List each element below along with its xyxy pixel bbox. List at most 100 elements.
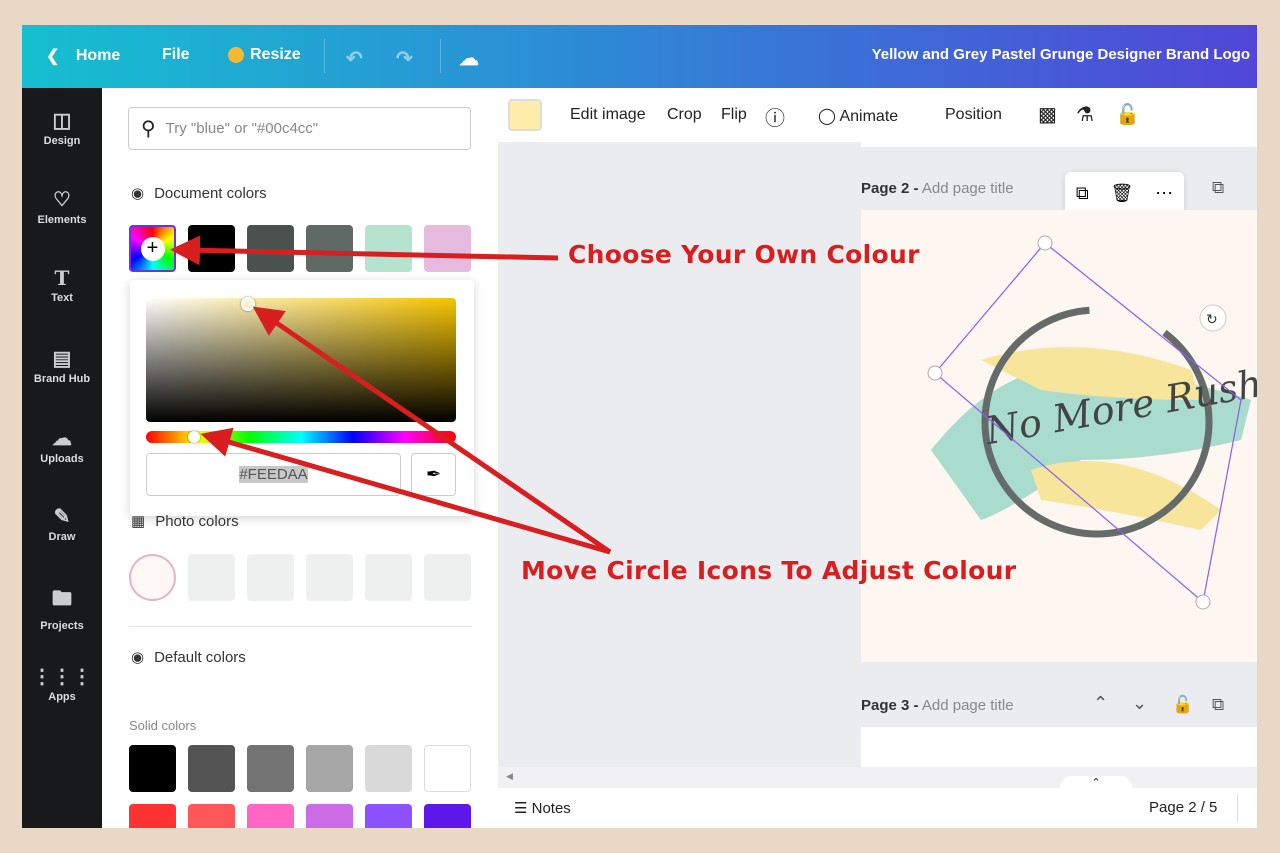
default-colors-heading: ◉ Default colors <box>131 648 246 667</box>
label: Design <box>43 135 81 147</box>
photo-colors-heading: ▦ Photo colors <box>131 512 239 531</box>
trash-icon[interactable]: 🗑 <box>1110 183 1133 204</box>
divider <box>1237 794 1238 822</box>
undo-icon[interactable]: ↶ <box>346 46 363 71</box>
expand-pages-button[interactable]: ⌃ <box>1060 776 1132 790</box>
paint-roller-icon[interactable]: ⚗ <box>1076 102 1094 127</box>
document-color-swatch[interactable] <box>188 225 235 272</box>
flip-button[interactable]: Flip <box>721 106 747 124</box>
default-color-swatch[interactable] <box>129 745 176 792</box>
duplicate-page-icon[interactable]: ⧉ <box>1076 183 1089 204</box>
section-title: Photo colors <box>155 512 239 530</box>
default-color-swatch[interactable] <box>306 745 353 792</box>
search-placeholder: Try "blue" or "#00c4cc" <box>165 120 319 137</box>
draw-icon: ✎ <box>53 506 71 528</box>
document-color-swatch[interactable] <box>424 225 471 272</box>
sidebar-item-projects[interactable]: 🖿 Projects <box>22 584 102 632</box>
page-label: Page 3 - <box>861 697 919 714</box>
resize-button[interactable]: Resize <box>228 46 301 64</box>
default-color-swatch[interactable] <box>188 804 235 828</box>
page3-title[interactable]: Page 3 - Add page title <box>861 697 1014 714</box>
redo-icon[interactable]: ↷ <box>396 46 413 71</box>
design-page: No More Rush ↻ <box>861 210 1257 662</box>
page-indicator[interactable]: Page 2 / 5 <box>1149 799 1217 816</box>
default-color-swatch[interactable] <box>188 745 235 792</box>
document-title[interactable]: Yellow and Grey Pastel Grunge Designer B… <box>872 46 1250 63</box>
section-title: Default colors <box>154 648 246 666</box>
animate-label: Animate <box>839 108 899 125</box>
animate-button[interactable]: ◯ Animate <box>818 106 898 126</box>
position-button[interactable]: Position <box>945 106 1002 124</box>
hex-input[interactable]: #FEEDAA <box>146 453 401 496</box>
divider <box>440 39 441 73</box>
palette-icon: ◉ <box>131 649 145 666</box>
color-search-input[interactable]: ⚲ Try "blue" or "#00c4cc" <box>128 107 471 150</box>
animate-icon: ◯ <box>818 108 836 125</box>
more-icon[interactable]: ⋯ <box>1155 183 1173 204</box>
brand-icon: ▤ <box>52 348 72 370</box>
logo-artwork: No More Rush ↻ <box>927 235 1257 610</box>
sidebar-item-draw[interactable]: ✎ Draw <box>22 504 102 543</box>
photo-color-swatch[interactable] <box>129 554 176 601</box>
document-color-swatch[interactable] <box>365 225 412 272</box>
default-color-swatch[interactable] <box>247 745 294 792</box>
document-color-swatch[interactable] <box>247 225 294 272</box>
color-picker-popover: #FEEDAA ✒ <box>130 280 474 516</box>
cloud-saved-icon[interactable]: ☁ <box>459 46 479 71</box>
sidebar: ◫ Design ♡ Elements T Text ▤ Brand Hub ☁ Uplo… <box>22 88 102 828</box>
info-icon[interactable]: ⓘ <box>765 102 785 131</box>
saturation-handle[interactable] <box>241 297 255 311</box>
context-toolbar: Edit image Crop Flip ⓘ ◯ Animate Positio… <box>498 88 1257 142</box>
crop-button[interactable]: Crop <box>667 106 702 124</box>
horizontal-scrollbar[interactable]: ◀ <box>498 767 1257 788</box>
default-color-swatch[interactable] <box>306 804 353 828</box>
sidebar-item-brand-hub[interactable]: ▤ Brand Hub <box>22 346 102 385</box>
default-color-swatch[interactable] <box>365 804 412 828</box>
default-color-swatch[interactable] <box>247 804 294 828</box>
label: Projects <box>40 620 84 632</box>
top-bar: ❮ Home File Resize ↶ ↷ ☁ Yellow and Grey… <box>22 25 1257 88</box>
home-label: Home <box>75 47 121 64</box>
notes-icon: ☰ <box>514 800 528 817</box>
page2-title[interactable]: Page 2 - Add page title <box>861 180 1014 197</box>
edit-image-button[interactable]: Edit image <box>570 106 646 124</box>
document-color-swatch[interactable] <box>306 225 353 272</box>
unlock-icon[interactable]: 🔓 <box>1115 102 1140 127</box>
page-actions-popup: ⧉ 🗑 ⋯ <box>1065 172 1184 215</box>
add-color-button[interactable]: + <box>129 225 176 272</box>
label: Brand Hub <box>33 373 91 385</box>
saturation-value-area[interactable] <box>146 298 456 422</box>
sidebar-item-apps[interactable]: ⋮⋮⋮ Apps <box>22 664 102 703</box>
duplicate-page-icon[interactable]: ⧉ <box>1212 178 1224 198</box>
move-down-icon[interactable]: ⌄ <box>1132 693 1147 714</box>
eyedropper-button[interactable]: ✒ <box>411 453 456 496</box>
unlock-icon[interactable]: 🔓 <box>1172 695 1193 715</box>
resize-handle <box>1037 235 1053 251</box>
transparency-icon[interactable]: ▩ <box>1038 102 1057 127</box>
grid-icon: ⋮⋮⋮ <box>32 666 92 688</box>
home-button[interactable]: ❮ Home <box>46 46 120 66</box>
fill-color-button[interactable] <box>508 99 542 131</box>
canva-editor: ❮ Home File Resize ↶ ↷ ☁ Yellow and Grey… <box>22 25 1257 828</box>
move-up-icon[interactable]: ⌃ <box>1093 693 1108 714</box>
default-color-swatch[interactable] <box>424 745 471 792</box>
sidebar-item-design[interactable]: ◫ Design <box>22 108 102 147</box>
file-menu[interactable]: File <box>162 46 190 64</box>
image-icon: ▦ <box>131 513 146 530</box>
default-color-swatch[interactable] <box>365 745 412 792</box>
default-color-swatch[interactable] <box>424 804 471 828</box>
page-title-placeholder: Add page title <box>921 697 1014 714</box>
document-colors-heading: ◉ Document colors <box>131 184 267 203</box>
label: Uploads <box>40 453 84 465</box>
search-icon: ⚲ <box>141 118 156 140</box>
rotate-icon: ↻ <box>1206 311 1218 327</box>
sidebar-item-elements[interactable]: ♡ Elements <box>22 187 102 226</box>
notes-button[interactable]: ☰ Notes <box>514 799 571 817</box>
hue-handle[interactable] <box>188 431 200 443</box>
default-color-swatch[interactable] <box>129 804 176 828</box>
folder-icon: 🖿 <box>52 588 72 610</box>
sidebar-item-uploads[interactable]: ☁ Uploads <box>22 426 102 465</box>
crown-icon <box>228 47 244 63</box>
sidebar-item-text[interactable]: T Text <box>22 266 102 304</box>
duplicate-page-icon[interactable]: ⧉ <box>1212 695 1224 715</box>
